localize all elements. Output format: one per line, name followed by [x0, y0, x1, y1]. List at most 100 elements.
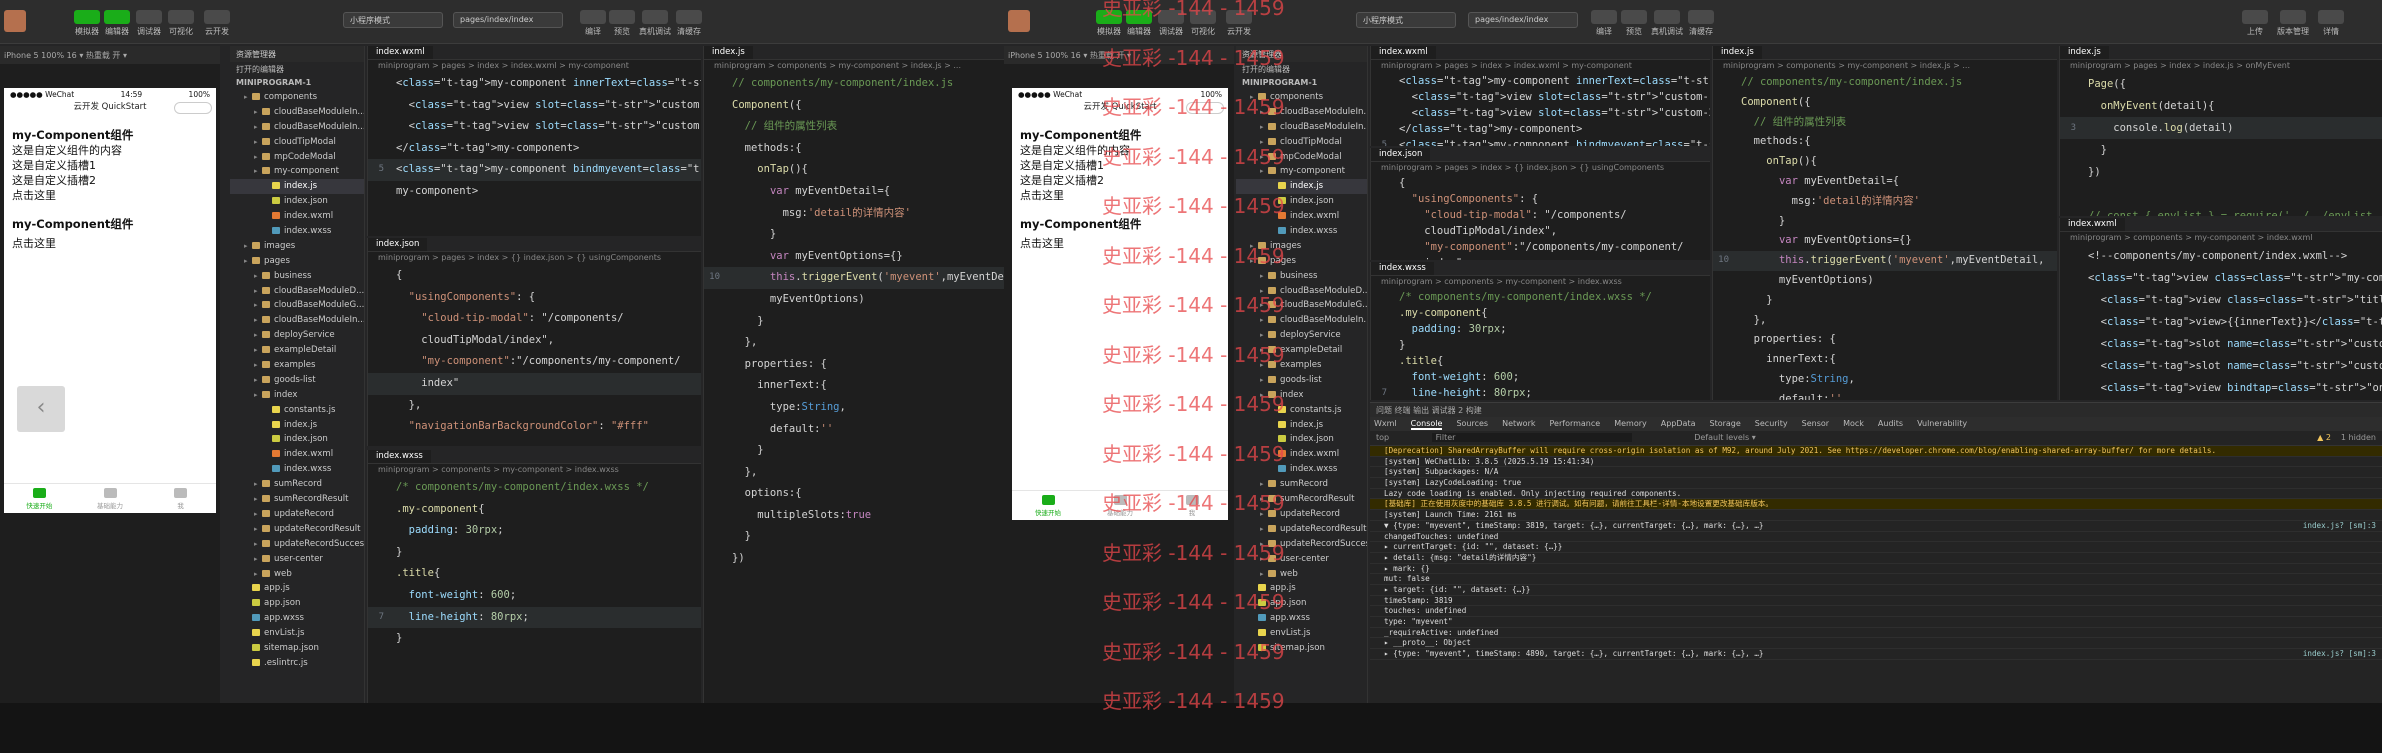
tab-index-json[interactable]: index.json	[1371, 148, 1432, 161]
tab-basic[interactable]: 基础能力	[75, 484, 146, 513]
code-line[interactable]: onMyEvent(detail){	[2060, 95, 2382, 117]
code-line[interactable]: })	[704, 548, 1004, 570]
code-line[interactable]: <class="t-tag">view>{{innerText}}</class…	[2060, 311, 2382, 333]
code-line[interactable]: "usingComponents": {	[368, 287, 701, 309]
devtools-tab[interactable]: Security	[1755, 419, 1788, 428]
code-line[interactable]: }	[2060, 139, 2382, 161]
simulator-header[interactable]: iPhone 5 100% 16 ▾ 热重载 开 ▾	[0, 46, 220, 64]
tree-item[interactable]: index.wxss	[230, 224, 364, 239]
console-line[interactable]: [system] WeChatLib: 3.8.5 (2025.5.19 15:…	[1370, 457, 2382, 468]
code-line[interactable]: },	[368, 395, 701, 417]
code-line[interactable]: }	[368, 542, 701, 564]
code-area[interactable]: { "usingComponents": { "cloud-tip-modal"…	[1371, 175, 1710, 260]
code-line[interactable]: /* components/my-component/index.wxss */	[1371, 289, 1710, 305]
code-line[interactable]: 3 console.log(detail)	[2060, 117, 2382, 139]
code-line[interactable]: <class="t-tag">view slot=class="t-str">"…	[368, 95, 701, 117]
code-line[interactable]: .title{	[368, 563, 701, 585]
code-line[interactable]: <class="t-tag">view bindtap=class="t-str…	[2060, 377, 2382, 399]
code-line[interactable]: }	[368, 628, 701, 650]
tab-quickstart[interactable]: 快速开始	[1012, 491, 1084, 520]
code-line[interactable]: .title{	[1371, 353, 1710, 369]
tab-index-js[interactable]: index.js	[1713, 46, 1763, 59]
code-line[interactable]: 5 <class="t-tag">my-component bindmyevent…	[1371, 137, 1710, 146]
console-line[interactable]: ▸ currentTarget: {id: "", dataset: {…}}	[1370, 542, 2382, 553]
code-line[interactable]: onTap(){	[704, 159, 1004, 181]
code-area[interactable]: // components/my-component/index.js Compo…	[704, 73, 1004, 570]
code-line[interactable]: var myEventOptions={}	[704, 246, 1004, 268]
tree-item[interactable]: ▸ business	[230, 269, 364, 284]
code-line[interactable]: <class="t-tag">my-component innerText=cl…	[1371, 73, 1710, 89]
console-line[interactable]: ▸ {type: "myevent", timeStamp: 4890, tar…	[1370, 649, 2382, 660]
code-area[interactable]: Page({ onMyEvent(detail){3 console.log(d…	[2060, 73, 2382, 216]
tree-item[interactable]: envList.js	[230, 626, 364, 641]
code-line[interactable]: var myEventOptions={}	[1713, 231, 2057, 251]
tree-item[interactable]: ▸ sumRecordResult	[230, 492, 364, 507]
tree-item[interactable]: ▸ cloudBaseModuleD...	[230, 284, 364, 299]
code-line[interactable]: // const { envList } = require('../../en…	[2060, 205, 2382, 216]
code-line[interactable]: </class="t-tag">my-component>	[1371, 121, 1710, 137]
code-line[interactable]: }	[704, 440, 1004, 462]
tree-item[interactable]: ▸ cloudBaseModuleIn...	[230, 313, 364, 328]
tree-item[interactable]: index.wxss	[230, 462, 364, 477]
page-path-select[interactable]: pages/index/index	[1468, 12, 1578, 28]
code-line[interactable]: msg:'detail的详情内容'	[1713, 192, 2057, 212]
cloud-dev-button[interactable]: 云开发	[192, 10, 242, 37]
code-line[interactable]: },	[704, 332, 1004, 354]
tree-item[interactable]: index.json	[230, 432, 364, 447]
tree-item[interactable]: index.wxss	[1236, 224, 1367, 239]
tab-index-json[interactable]: index.json	[368, 238, 429, 251]
code-line[interactable]: methods:{	[1713, 132, 2057, 152]
tab-index-wxml[interactable]: index.wxml	[368, 46, 434, 59]
code-line[interactable]: multipleSlots:true	[704, 505, 1004, 527]
tree-item[interactable]: index.wxml	[230, 209, 364, 224]
console-line[interactable]: ▸ mark: {}	[1370, 564, 2382, 575]
clear-cache-button[interactable]: 清缓存	[1676, 10, 1726, 37]
tree-item[interactable]: ▸ deployService	[230, 328, 364, 343]
console-line[interactable]: type: "myevent"	[1370, 617, 2382, 628]
code-line[interactable]: <class="t-tag">view slot=class="t-str">"…	[1371, 105, 1710, 121]
code-line[interactable]: padding: 30rpx;	[368, 520, 701, 542]
code-line[interactable]: onTap(){	[1713, 152, 2057, 172]
tree-item[interactable]: ▸ components	[230, 90, 364, 105]
levels-select[interactable]: Default levels ▾	[1694, 433, 1756, 442]
console-line[interactable]: [system] LazyCodeLoading: true	[1370, 478, 2382, 489]
code-line[interactable]: index"	[368, 372, 701, 395]
tab-index-wxml[interactable]: index.wxml	[1371, 46, 1437, 59]
code-line[interactable]: }	[1371, 337, 1710, 353]
code-line[interactable]: methods:{	[704, 138, 1004, 160]
devtools-tab[interactable]: Console	[1410, 419, 1443, 430]
code-line[interactable]: myEventOptions)	[1713, 271, 2057, 291]
code-line[interactable]: .my-component{	[368, 499, 701, 521]
code-line[interactable]: var myEventDetail={	[704, 181, 1004, 203]
tab-index-wxss[interactable]: index.wxss	[368, 450, 432, 463]
code-area[interactable]: /* components/my-component/index.wxss */…	[1371, 289, 1710, 400]
code-line[interactable]: Page({	[2060, 73, 2382, 95]
tree-item[interactable]: ▸ index	[230, 388, 364, 403]
mode-select[interactable]: 小程序模式	[1356, 12, 1456, 28]
code-line[interactable]: var myEventDetail={	[1713, 172, 2057, 192]
code-line[interactable]: }	[1713, 291, 2057, 311]
code-line[interactable]: }	[704, 311, 1004, 333]
code-line[interactable]: }	[1713, 212, 2057, 232]
context-select[interactable]: top	[1376, 433, 1389, 442]
code-area[interactable]: <class="t-tag">my-component innerText=cl…	[368, 73, 701, 203]
tree-item[interactable]: ▸ cloudBaseModuleIn...	[230, 105, 364, 120]
devtools-tab[interactable]: Wxml	[1374, 419, 1397, 428]
tree-item[interactable]: ▸ examples	[230, 358, 364, 373]
code-line[interactable]: my-component>	[368, 181, 701, 203]
tree-item[interactable]: ▸ exampleDetail	[230, 343, 364, 358]
tree-item[interactable]: ▸ my-component	[230, 164, 364, 179]
devtools-tab[interactable]: AppData	[1661, 419, 1696, 428]
tree-item[interactable]: ▸ cloudTipModal	[230, 135, 364, 150]
tree-item[interactable]: ▸ updateRecord	[230, 507, 364, 522]
code-line[interactable]: "cloud-tip-modal": "/components/	[1371, 207, 1710, 223]
code-line[interactable]: "my-component":"/components/my-component…	[368, 351, 701, 373]
tree-item[interactable]: ▸ cloudBaseModuleIn...	[230, 120, 364, 135]
code-line[interactable]: <class="t-tag">view class=class="t-str">…	[2060, 289, 2382, 311]
devtools-tab[interactable]: Network	[1502, 419, 1535, 428]
code-area[interactable]: // components/my-component/index.js Compo…	[1713, 73, 2057, 400]
console-line[interactable]: ▼ {type: "myevent", timeStamp: 3819, tar…	[1370, 521, 2382, 532]
devtools-tab[interactable]: Sources	[1456, 419, 1488, 428]
tree-item[interactable]: ▸ updateRecordSuccess	[230, 537, 364, 552]
devtools-tab[interactable]: Performance	[1550, 419, 1601, 428]
